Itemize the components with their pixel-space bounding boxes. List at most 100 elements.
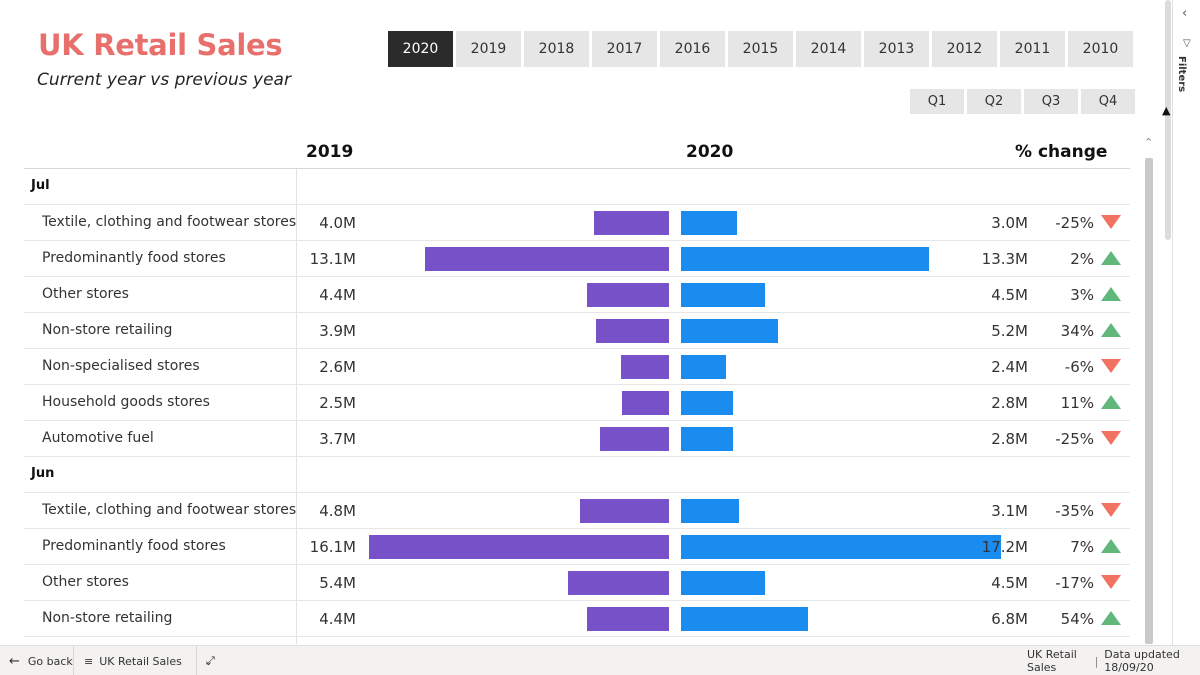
bar-2020 [681,211,737,235]
bar-2019 [587,283,669,307]
table-row[interactable]: Other stores 5.4M 4.5M -17% [24,565,1130,601]
percent-change: -25% [1055,214,1094,232]
table-row[interactable]: Textile, clothing and footwear stores 4.0… [24,205,1130,241]
go-back-button[interactable]: ← Go back [9,646,73,675]
table-row[interactable]: Household goods stores 2.5M 2.8M 11% [24,385,1130,421]
column-header-change: % change [1015,142,1108,162]
bar-2020 [681,391,734,415]
category-label: Non-specialised stores [42,358,200,374]
bar-2020 [681,499,739,523]
value-2019: 4.8M [319,502,356,520]
year-option-2012[interactable]: 2012 [932,31,997,67]
year-option-2013[interactable]: 2013 [864,31,929,67]
quarter-option-q4[interactable]: Q4 [1081,89,1135,114]
page-scrollbar[interactable] [1165,0,1171,240]
go-back-label: Go back [27,654,73,668]
table-row[interactable]: Predominantly food stores 16.1M 17.2M 7% [24,529,1130,565]
value-2019: 2.6M [319,358,356,376]
year-option-2015[interactable]: 2015 [728,31,793,67]
value-2020: 4.5M [991,286,1028,304]
bottom-bar: ← Go back ≡ UK Retail Sales ⌄ ⤢ UK Retai… [0,645,1200,675]
table-row[interactable]: Non-specialised stores 2.6M 2.4M -6% [24,349,1130,385]
year-option-2010[interactable]: 2010 [1068,31,1133,67]
quarter-option-q2[interactable]: Q2 [967,89,1021,114]
filters-label[interactable]: Filters [1176,56,1187,92]
group-row: Jul [24,169,1130,205]
report-title: UK Retail Sales [38,28,283,62]
quarter-option-q1[interactable]: Q1 [910,89,964,114]
percent-change: -35% [1055,502,1094,520]
category-label: Non-store retailing [42,322,173,338]
category-label: Household goods stores [42,394,210,410]
year-slicer: 2020 2019 2018 2017 2016 2015 2014 2013 2012 2011… [388,31,1133,67]
value-2019: 3.9M [319,322,356,340]
collapse-button[interactable]: ⤢ [206,646,215,675]
bar-2020 [681,607,808,631]
value-2020: 17.2M [981,538,1028,556]
divider [73,646,74,675]
bar-2019 [568,571,669,595]
filters-pane[interactable]: ‹ ▽ Filters [1172,0,1200,645]
percent-change: -6% [1064,358,1094,376]
triangle-up-icon [1101,251,1121,265]
year-option-2017[interactable]: 2017 [592,31,657,67]
value-2020: 4.5M [991,574,1028,592]
category-label: Other stores [42,286,129,302]
year-option-2014[interactable]: 2014 [796,31,861,67]
scroll-up-icon[interactable]: ⌃ [1144,136,1153,149]
column-header-2020: 2020 [686,142,734,162]
group-label: Jul [31,178,50,193]
percent-change: 11% [1060,394,1094,412]
report-subtitle: Current year vs previous year [37,70,291,90]
bar-2020 [681,283,765,307]
info-separator: | [1094,654,1099,668]
percent-change: 54% [1060,610,1094,628]
bar-2019 [596,319,669,343]
table-row[interactable]: Non-store retailing 4.4M 6.8M 54% [24,601,1130,637]
year-option-2011[interactable]: 2011 [1000,31,1065,67]
bar-2020 [681,535,1002,559]
table-body: Jul Textile, clothing and footwear stores… [24,169,1130,637]
bar-2019 [600,427,669,451]
value-2019: 4.4M [319,610,356,628]
page-label: UK Retail Sales [99,654,182,668]
bar-2019 [369,535,669,559]
year-option-2019[interactable]: 2019 [456,31,521,67]
collapse-icon: ⤢ [206,654,215,667]
scrollbar-thumb[interactable] [1145,158,1153,644]
category-label: Other stores [42,574,129,590]
value-2019: 4.4M [319,286,356,304]
bar-2019 [579,499,669,523]
chevron-left-icon[interactable]: ‹ [1182,6,1187,21]
bar-2019 [622,391,669,415]
table-row[interactable]: Other stores 4.4M 4.5M 3% [24,277,1130,313]
percent-change: -25% [1055,430,1094,448]
value-2019: 16.1M [309,538,356,556]
table-scrollbar[interactable]: ⌃ [1143,134,1155,644]
table-row[interactable]: Automotive fuel 3.7M 2.8M -25% [24,421,1130,457]
bar-2020 [681,247,929,271]
year-option-2020[interactable]: 2020 [388,31,453,67]
triangle-down-icon [1101,503,1121,517]
category-label: Predominantly food stores [42,250,226,266]
percent-change: 3% [1070,286,1094,304]
group-label: Jun [31,466,55,481]
bar-2019 [587,607,669,631]
table-row[interactable]: Predominantly food stores 13.1M 13.3M 2% [24,241,1130,277]
bar-2019 [620,355,669,379]
table-row[interactable]: Non-store retailing 3.9M 5.2M 34% [24,313,1130,349]
percent-change: 2% [1070,250,1094,268]
table-row[interactable]: Textile, clothing and footwear stores 4.8… [24,493,1130,529]
value-2020: 5.2M [991,322,1028,340]
percent-change: 34% [1060,322,1094,340]
triangle-up-icon [1101,539,1121,553]
bar-2020 [681,427,734,451]
year-option-2016[interactable]: 2016 [660,31,725,67]
page-navigator[interactable]: ≡ UK Retail Sales ⌄ [84,646,213,675]
triangle-down-icon [1101,431,1121,445]
value-2020: 2.8M [991,394,1028,412]
quarter-option-q3[interactable]: Q3 [1024,89,1078,114]
year-option-2018[interactable]: 2018 [524,31,589,67]
value-2019: 3.7M [319,430,356,448]
category-label: Textile, clothing and footwear stores [42,214,297,230]
